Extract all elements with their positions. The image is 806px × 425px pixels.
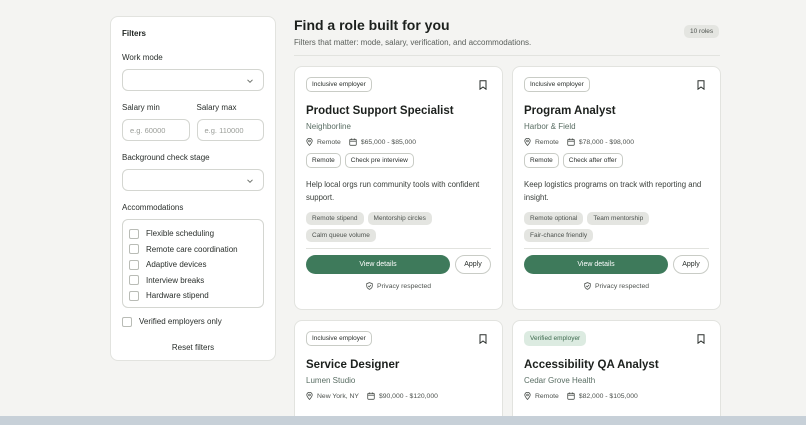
location-pin-icon [306,392,313,400]
checkbox[interactable] [129,244,139,255]
checkbox[interactable] [129,228,139,239]
location-pin-icon [524,392,531,400]
work-mode-pill: Remote [524,153,559,168]
role-title[interactable]: Product Support Specialist [306,105,491,117]
privacy-note: Privacy respected [376,282,432,290]
job-card: Inclusive employer Service Designer Lume… [294,320,503,425]
company-name: Lumen Studio [306,376,356,385]
privacy-note: Privacy respected [594,282,650,290]
salary-max-label: Salary max [196,103,237,112]
accommodations-label: Accommodations [122,203,184,212]
background-check-select[interactable] [122,169,264,191]
company-name: Neighborline [306,122,351,131]
accommodation-remote-care[interactable]: Remote care coordination [129,242,257,258]
job-location: Remote [535,392,559,400]
check-stage-pill: Check pre interview [344,153,414,168]
checkbox[interactable] [122,316,132,327]
checkbox[interactable] [129,275,139,286]
view-details-button[interactable]: View details [306,255,450,274]
bookmark-icon[interactable] [697,333,705,344]
horizontal-scrollbar[interactable] [0,416,806,425]
shield-check-icon [584,282,591,290]
work-mode-pill: Remote [306,153,341,168]
job-salary: $82,000 - $105,000 [578,392,638,400]
role-title[interactable]: Accessibility QA Analyst [524,359,709,371]
job-description: Help local orgs run community tools with… [306,180,480,202]
work-mode-label: Work mode [122,53,163,62]
employer-tag: Inclusive employer [306,77,372,92]
roles-count-badge: 10 roles [684,25,720,38]
location-pin-icon [306,138,313,146]
job-location: New York, NY [317,392,359,400]
calendar-icon [567,392,575,400]
benefit-chip: Team mentorship [587,212,650,225]
job-card: Inclusive employer Program Analyst Harbo… [512,66,721,310]
chevron-down-icon [247,79,253,84]
calendar-icon [567,138,575,146]
employer-tag: Inclusive employer [306,331,372,346]
salary-min-input[interactable]: e.g. 60000 [122,119,190,141]
accommodation-flexible-scheduling[interactable]: Flexible scheduling [129,226,257,242]
salary-min-label: Salary min [122,103,160,112]
chevron-down-icon [247,179,253,184]
view-details-button[interactable]: View details [524,255,668,274]
bookmark-icon[interactable] [479,79,487,90]
bookmark-icon[interactable] [697,79,705,90]
benefit-chip: Remote optional [524,212,584,225]
benefit-chip: Mentorship circles [367,212,432,225]
work-mode-select[interactable] [122,69,264,91]
benefit-chip: Calm queue volume [306,229,376,242]
calendar-icon [367,392,375,400]
job-location: Remote [317,138,341,146]
page-subtitle: Filters that matter: mode, salary, verif… [294,38,532,47]
benefit-chip: Fair-chance friendly [524,229,594,242]
job-card: Verified employer Accessibility QA Analy… [512,320,721,425]
checkbox[interactable] [129,290,139,301]
filters-title: Filters [122,29,147,38]
accommodation-adaptive-devices[interactable]: Adaptive devices [129,257,257,273]
verified-only-toggle[interactable]: Verified employers only [122,316,264,327]
shield-check-icon [366,282,373,290]
benefit-chip: Remote stipend [306,212,364,225]
role-title[interactable]: Service Designer [306,359,491,371]
location-pin-icon [524,138,531,146]
filters-panel: Filters Work mode Salary min e.g. 60000 … [110,16,276,361]
calendar-icon [349,138,357,146]
accommodations-list: Flexible scheduling Remote care coordina… [122,219,264,308]
job-card: Inclusive employer Product Support Speci… [294,66,503,310]
verified-employer-tag: Verified employer [524,331,587,346]
accommodation-interview-breaks[interactable]: Interview breaks [129,273,257,289]
background-check-label: Background check stage [122,153,210,162]
apply-button[interactable]: Apply [455,255,491,274]
checkbox[interactable] [129,259,139,270]
job-description: Keep logistics programs on track with re… [524,180,702,202]
check-stage-pill: Check after offer [562,153,623,168]
job-location: Remote [535,138,559,146]
job-salary: $65,000 - $85,000 [360,138,416,146]
role-title[interactable]: Program Analyst [524,105,709,117]
card-divider [306,248,491,249]
employer-tag: Inclusive employer [524,77,590,92]
card-divider [524,248,709,249]
salary-max-input[interactable]: e.g. 110000 [196,119,264,141]
apply-button[interactable]: Apply [673,255,709,274]
accommodation-hardware-stipend[interactable]: Hardware stipend [129,288,257,304]
header-divider [294,55,720,56]
company-name: Cedar Grove Health [524,376,596,385]
company-name: Harbor & Field [524,122,576,131]
job-salary: $78,000 - $98,000 [578,138,634,146]
job-salary: $90,000 - $120,000 [378,392,438,400]
reset-filters-button[interactable]: Reset filters [122,343,264,352]
bookmark-icon[interactable] [479,333,487,344]
page-title: Find a role built for you [294,17,450,33]
